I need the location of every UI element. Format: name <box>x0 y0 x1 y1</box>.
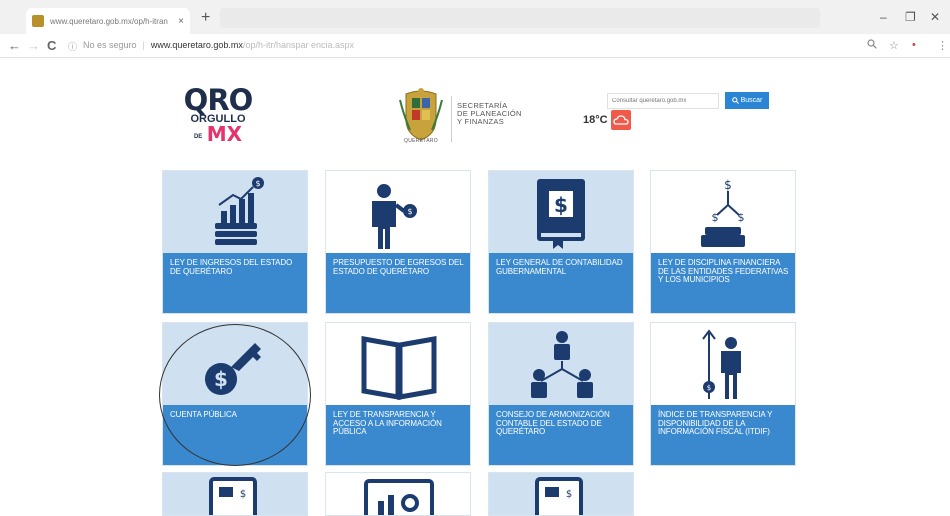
tile-label: CONSEJO DE ARMONIZACIÓN CONTABLE DEL EST… <box>489 405 633 465</box>
address-bar: ← → C ⓘ No es seguro | www.queretaro.gob… <box>0 34 950 58</box>
growth-chart-icon: $ <box>215 177 264 245</box>
logo-qro-text: QRO <box>183 83 254 117</box>
tile-illustration: $ <box>163 323 307 405</box>
close-window-button[interactable]: ✕ <box>930 10 940 24</box>
tile-ley-ingresos[interactable]: $ LEY DE INGRESOS DEL ESTADO DE QUERÉTAR… <box>162 170 308 314</box>
svg-text:$: $ <box>240 489 246 500</box>
tile-illustration <box>489 323 633 405</box>
svg-text:$: $ <box>724 178 732 192</box>
tile-illustration <box>326 473 470 515</box>
browser-tab-strip: www.queretaro.gob.mx/op/h-itran × + – ❐ … <box>0 0 950 34</box>
invoice-icon: $ <box>535 477 583 515</box>
site-favicon-icon <box>32 15 44 27</box>
svg-text:$: $ <box>566 489 572 500</box>
secretaria-line-3: Y FINANZAS <box>457 117 505 126</box>
bookmark-star-icon[interactable]: ☆ <box>889 39 899 52</box>
tile-illustration: $ $ $ <box>651 171 795 253</box>
svg-text:$: $ <box>554 193 568 217</box>
zoom-icon[interactable] <box>867 39 877 52</box>
tile-illustration: $ <box>651 323 795 405</box>
minimize-button[interactable]: – <box>880 10 887 24</box>
browser-tab[interactable]: www.queretaro.gob.mx/op/h-itran × <box>26 8 190 34</box>
tile-label: LEY DE TRANSPARENCIA Y ACCESO A LA INFOR… <box>326 405 470 465</box>
tile-illustration <box>326 323 470 405</box>
tab-strip-blur <box>220 8 820 28</box>
reload-button[interactable]: C <box>47 38 56 54</box>
tile-label: LEY DE INGRESOS DEL ESTADO DE QUERÉTARO <box>163 253 307 313</box>
info-icon[interactable]: ⓘ <box>68 40 77 53</box>
tile-illustration: $ <box>489 171 633 253</box>
chart-screen-icon <box>364 479 434 515</box>
open-book-icon <box>361 336 437 400</box>
tile-illustration: $ <box>163 473 307 515</box>
logo-mx-text: MX <box>206 122 243 146</box>
temperature-value: 18°C <box>583 114 608 126</box>
tile-label: ÍNDICE DE TRANSPARENCIA Y DISPONIBILIDAD… <box>651 405 795 465</box>
people-network-icon <box>531 331 593 398</box>
qro-logo[interactable]: QRO ORGULLO DE MX <box>178 86 258 150</box>
businessman-arrow-icon: $ <box>702 329 741 399</box>
tile-label: LEY GENERAL DE CONTABILIDAD GUBERNAMENTA… <box>489 253 633 313</box>
tile-label: PRESUPUESTO DE EGRESOS DEL ESTADO DE QUE… <box>326 253 470 313</box>
tile-cuenta-publica[interactable]: $ CUENTA PÚBLICA <box>162 322 308 466</box>
svg-text:$: $ <box>407 207 412 216</box>
businessman-coin-icon: $ <box>372 184 417 249</box>
tile-contabilidad-gubernamental[interactable]: $ LEY GENERAL DE CONTABILIDAD GUBERNAMEN… <box>488 170 634 314</box>
tile-label: CUENTA PÚBLICA <box>163 405 307 465</box>
svg-text:$: $ <box>707 384 711 392</box>
tile-presupuesto-egresos[interactable]: $ PRESUPUESTO DE EGRESOS DEL ESTADO DE Q… <box>325 170 471 314</box>
search-icon <box>731 97 739 104</box>
weather-cloud-icon <box>611 110 631 130</box>
url-separator: | <box>142 40 145 50</box>
tile-disciplina-financiera[interactable]: $ $ $ LEY DE DISCIPLINA FINANCIERA DE LA… <box>650 170 796 314</box>
svg-text:$: $ <box>738 211 745 224</box>
svg-text:$: $ <box>214 367 228 391</box>
security-label: No es seguro <box>83 40 137 50</box>
header-divider <box>451 96 452 142</box>
tab-title: www.queretaro.gob.mx/op/h-itran <box>50 16 168 26</box>
site-search-input[interactable] <box>607 93 719 109</box>
tile-illustration: $ <box>489 473 633 515</box>
dollar-key-icon: $ <box>205 343 261 395</box>
tile-partial-2[interactable] <box>325 472 471 516</box>
tile-consejo-armonizacion[interactable]: CONSEJO DE ARMONIZACIÓN CONTABLE DEL EST… <box>488 322 634 466</box>
url-path: /op/h-itr/hanspar encia.aspx <box>242 40 355 50</box>
extension-icon[interactable]: • <box>912 39 916 51</box>
back-button[interactable]: ← <box>8 38 21 54</box>
svg-text:$: $ <box>712 211 719 224</box>
tile-illustration: $ <box>163 171 307 253</box>
url-host: www.queretaro.gob.mx <box>150 40 243 50</box>
search-button[interactable]: Buscar <box>725 92 769 109</box>
tile-partial-3[interactable]: $ <box>488 472 634 516</box>
invoice-icon: $ <box>209 477 257 515</box>
seal-caption: QUERÉTARO <box>404 138 438 144</box>
menu-icon[interactable]: ⋮ <box>937 39 948 52</box>
dollar-book-icon: $ <box>537 179 585 249</box>
money-tree-icon: $ $ $ <box>701 178 745 247</box>
search-button-label: Buscar <box>740 97 763 104</box>
tile-illustration: $ <box>326 171 470 253</box>
forward-button[interactable]: → <box>27 38 40 54</box>
secretaria-title: SECRETARÍA DE PLANEACIÓN Y FINANZAS <box>457 102 522 126</box>
url-field[interactable]: ⓘ No es seguro | www.queretaro.gob.mx/op… <box>68 40 354 53</box>
tab-close-icon[interactable]: × <box>178 16 184 27</box>
svg-text:$: $ <box>255 179 260 188</box>
logo-de-text: DE <box>193 133 203 140</box>
tile-label: LEY DE DISCIPLINA FINANCIERA DE LAS ENTI… <box>651 253 795 313</box>
tile-indice-transparencia[interactable]: $ ÍNDICE DE TRANSPARENCIA Y DISPONIBILID… <box>650 322 796 466</box>
restore-button[interactable]: ❐ <box>905 10 916 24</box>
new-tab-button[interactable]: + <box>201 10 210 26</box>
tile-ley-transparencia[interactable]: LEY DE TRANSPARENCIA Y ACCESO A LA INFOR… <box>325 322 471 466</box>
tile-partial-1[interactable]: $ <box>162 472 308 516</box>
